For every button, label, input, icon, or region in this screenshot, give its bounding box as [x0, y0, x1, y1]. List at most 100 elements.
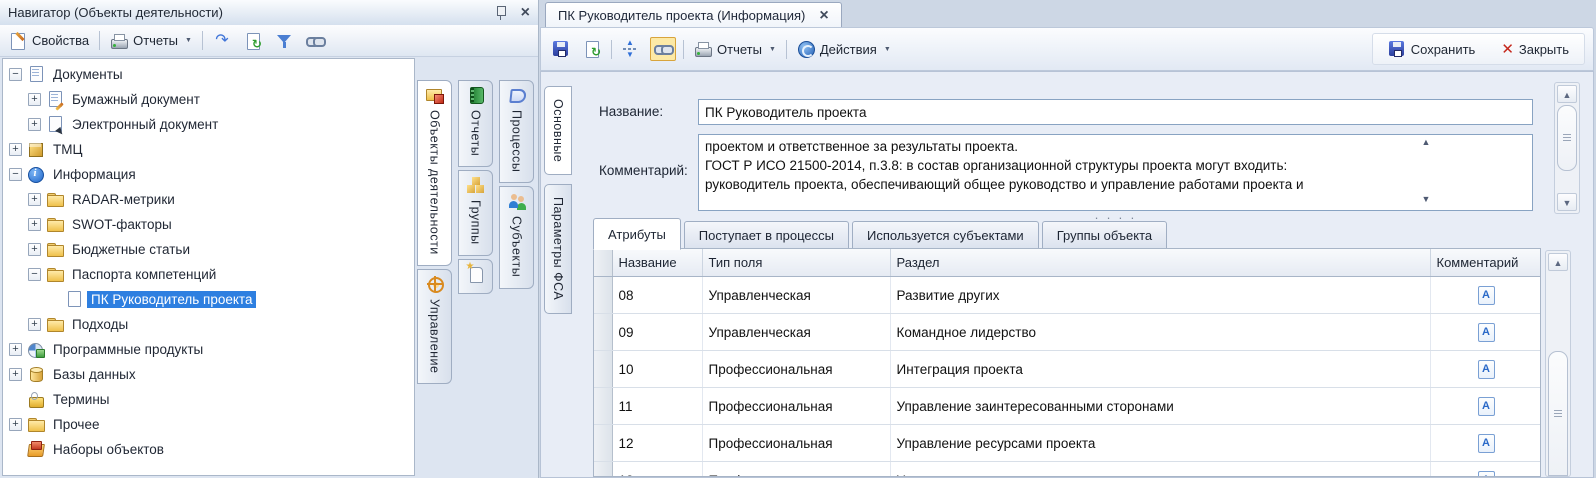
cell-name[interactable]: 10: [612, 351, 702, 388]
close-button[interactable]: ✕ Закрыть: [1498, 38, 1572, 60]
cell-section[interactable]: Командное лидерство: [890, 314, 1430, 351]
form-scrollbar[interactable]: ▲ ▼: [1554, 82, 1580, 214]
minus-expander-icon[interactable]: −: [9, 68, 22, 81]
tree-item[interactable]: +Подходы: [3, 312, 414, 337]
tree-item[interactable]: +Бумажный документ: [3, 87, 414, 112]
tree-item[interactable]: +SWOT-факторы: [3, 212, 414, 237]
dock-tab-new-objects[interactable]: [458, 259, 493, 294]
detail-tab[interactable]: Группы объекта: [1042, 221, 1167, 250]
text-comment-icon[interactable]: [1478, 323, 1495, 342]
filter-button[interactable]: [272, 30, 296, 52]
cell-field-type[interactable]: Управленческая: [702, 277, 890, 314]
cell-field-type[interactable]: Профессиональная: [702, 351, 890, 388]
tree-item[interactable]: −Документы: [3, 62, 414, 87]
cell-section[interactable]: Развитие других: [890, 277, 1430, 314]
row-indicator[interactable]: [594, 388, 612, 425]
detail-tab[interactable]: Атрибуты: [593, 218, 681, 250]
scroll-up-icon[interactable]: ▲: [1417, 137, 1435, 147]
cell-name[interactable]: 09: [612, 314, 702, 351]
cell-field-type[interactable]: Профессиональная: [702, 388, 890, 425]
minus-expander-icon[interactable]: −: [9, 168, 22, 181]
cell-comment[interactable]: [1430, 351, 1541, 388]
cell-comment[interactable]: [1430, 462, 1541, 478]
cell-field-type[interactable]: Профессиональная: [702, 425, 890, 462]
tree-item[interactable]: +Программные продукты: [3, 337, 414, 362]
text-comment-icon[interactable]: [1478, 397, 1495, 416]
cell-name[interactable]: 13: [612, 462, 702, 478]
scroll-up-icon[interactable]: ▲: [1548, 253, 1568, 271]
minus-expander-icon[interactable]: −: [28, 268, 41, 281]
cell-field-type[interactable]: Профессиональная: [702, 462, 890, 478]
comment-textarea[interactable]: проектом и ответственное за результаты п…: [698, 134, 1533, 211]
row-indicator[interactable]: [594, 462, 612, 478]
row-indicator[interactable]: [594, 277, 612, 314]
split-view-button[interactable]: ▲▼: [619, 38, 643, 60]
col-header[interactable]: Раздел: [890, 249, 1430, 277]
cell-comment[interactable]: [1430, 314, 1541, 351]
table-row[interactable]: 09УправленческаяКомандное лидерство: [594, 314, 1541, 351]
dock-tab-groups[interactable]: Группы: [458, 170, 493, 256]
tree-item[interactable]: Термины: [3, 387, 414, 412]
col-header[interactable]: Комментарий: [1430, 249, 1541, 277]
cell-comment[interactable]: [1430, 277, 1541, 314]
cell-comment[interactable]: [1430, 388, 1541, 425]
dock-tab-reports[interactable]: Отчеты: [458, 80, 493, 167]
cell-section[interactable]: Управление содержанием проекта: [890, 462, 1430, 478]
properties-button[interactable]: Свойства: [6, 30, 92, 52]
plus-expander-icon[interactable]: +: [28, 193, 41, 206]
text-comment-icon[interactable]: [1478, 286, 1495, 305]
cell-comment[interactable]: [1430, 425, 1541, 462]
cell-name[interactable]: 11: [612, 388, 702, 425]
detail-tab[interactable]: Используется субъектами: [852, 221, 1039, 250]
text-comment-icon[interactable]: [1478, 471, 1495, 478]
dock-tab-activity-objects[interactable]: Объекты деятельности: [417, 80, 452, 266]
plus-expander-icon[interactable]: +: [28, 243, 41, 256]
row-indicator[interactable]: [594, 425, 612, 462]
tree-item[interactable]: +ТМЦ: [3, 137, 414, 162]
table-row[interactable]: 12ПрофессиональнаяУправление ресурсами п…: [594, 425, 1541, 462]
scroll-down-icon[interactable]: ▼: [1417, 194, 1435, 204]
plus-expander-icon[interactable]: +: [28, 218, 41, 231]
document-tab[interactable]: ПК Руководитель проекта (Информация) ×: [545, 2, 842, 28]
refresh-button[interactable]: [580, 38, 604, 60]
save-icon-button[interactable]: [549, 38, 573, 60]
tree-item[interactable]: +Бюджетные статьи: [3, 237, 414, 262]
tree-item[interactable]: ПК Руководитель проекта: [3, 287, 414, 312]
text-comment-icon[interactable]: [1478, 360, 1495, 379]
reports-button[interactable]: Отчеты ▼: [107, 30, 195, 52]
dock-tab-management[interactable]: Управление: [417, 269, 452, 385]
save-button[interactable]: Сохранить: [1385, 38, 1479, 60]
scroll-thumb[interactable]: [1557, 105, 1577, 171]
tree-item[interactable]: Наборы объектов: [3, 437, 414, 462]
cell-field-type[interactable]: Управленческая: [702, 314, 890, 351]
row-indicator[interactable]: [594, 314, 612, 351]
col-header[interactable]: Тип поля: [702, 249, 890, 277]
close-panel-icon[interactable]: ×: [521, 6, 530, 20]
cell-section[interactable]: Интеграция проекта: [890, 351, 1430, 388]
col-header[interactable]: Название: [612, 249, 702, 277]
name-input[interactable]: [698, 99, 1533, 125]
scroll-down-icon[interactable]: ▼: [1557, 193, 1577, 211]
cell-section[interactable]: Управление заинтересованными сторонами: [890, 388, 1430, 425]
close-tab-icon[interactable]: ×: [819, 9, 828, 23]
link-toggle-button[interactable]: [650, 37, 676, 61]
link-button[interactable]: [303, 30, 327, 52]
tree-item[interactable]: +Электронный документ: [3, 112, 414, 137]
reports-button[interactable]: Отчеты ▼: [691, 38, 779, 60]
tree-item[interactable]: +Базы данных: [3, 362, 414, 387]
tree-item[interactable]: +Прочее: [3, 412, 414, 437]
table-row[interactable]: 13ПрофессиональнаяУправление содержанием…: [594, 462, 1541, 478]
detail-tab[interactable]: Поступает в процессы: [684, 221, 849, 250]
row-indicator[interactable]: [594, 351, 612, 388]
go-to-button[interactable]: ↷: [210, 30, 234, 52]
text-comment-icon[interactable]: [1478, 434, 1495, 453]
plus-expander-icon[interactable]: +: [28, 93, 41, 106]
pin-icon[interactable]: [495, 5, 507, 20]
actions-button[interactable]: Действия ▼: [794, 38, 894, 60]
plus-expander-icon[interactable]: +: [9, 143, 22, 156]
tab-main[interactable]: Основные: [544, 86, 572, 175]
tree-item[interactable]: −Информация: [3, 162, 414, 187]
plus-expander-icon[interactable]: +: [9, 343, 22, 356]
table-row[interactable]: 11ПрофессиональнаяУправление заинтересов…: [594, 388, 1541, 425]
tree-item[interactable]: −Паспорта компетенций: [3, 262, 414, 287]
